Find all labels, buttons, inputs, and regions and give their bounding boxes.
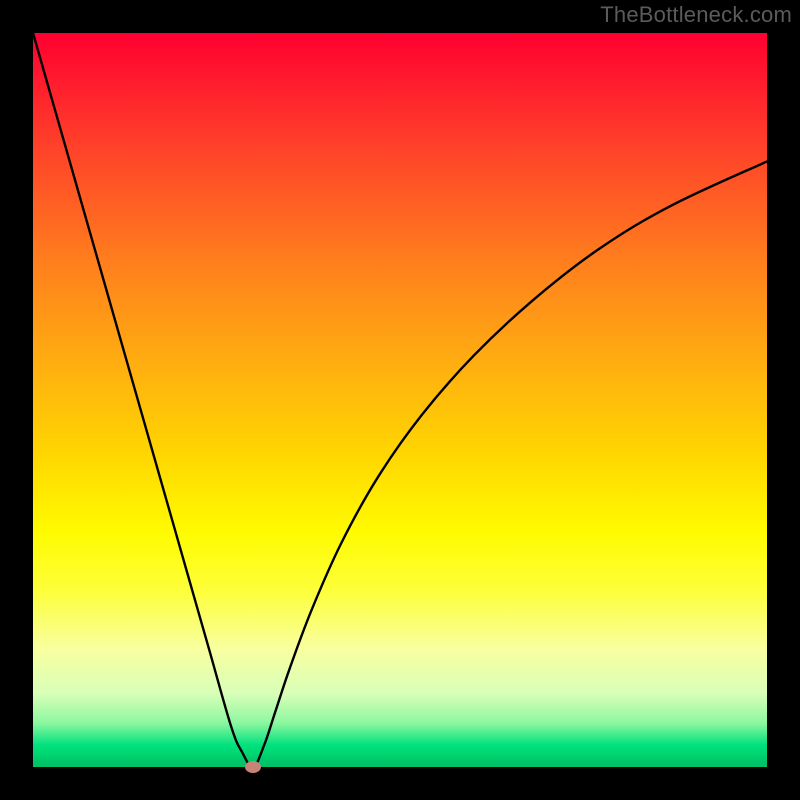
optimum-marker bbox=[245, 761, 261, 773]
watermark-text: TheBottleneck.com bbox=[600, 2, 792, 28]
curve-svg bbox=[33, 33, 767, 767]
plot-area bbox=[33, 33, 767, 767]
bottleneck-curve bbox=[33, 33, 767, 767]
chart-frame: TheBottleneck.com bbox=[0, 0, 800, 800]
